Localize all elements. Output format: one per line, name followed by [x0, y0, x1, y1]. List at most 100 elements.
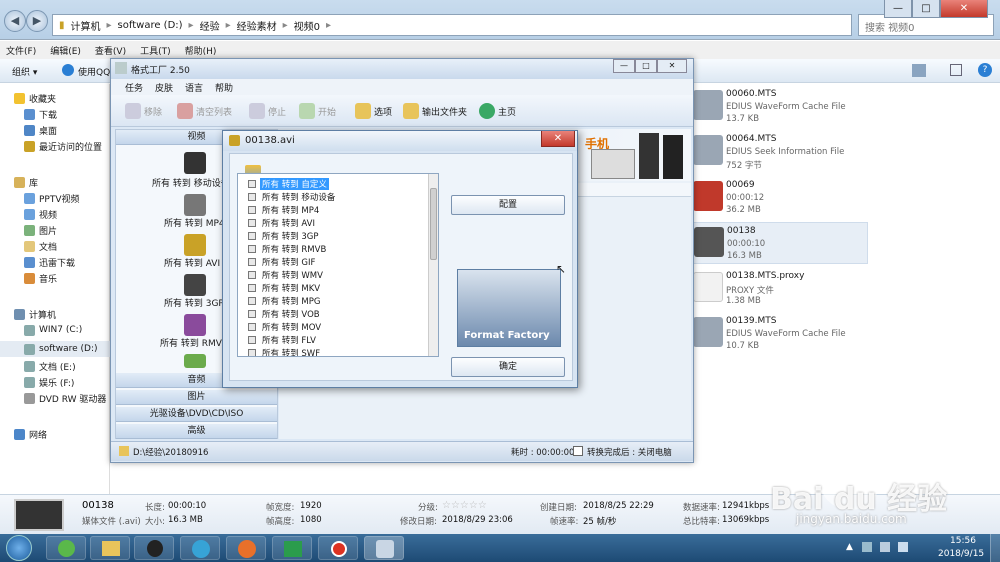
clock-date[interactable]: 2018/9/15: [938, 549, 984, 559]
ff-menu-task[interactable]: 任务: [125, 81, 143, 94]
menu-view[interactable]: 查看(V): [95, 44, 126, 57]
taskbar-app-media[interactable]: [180, 536, 220, 560]
ff-minimize-button[interactable]: —: [613, 59, 635, 73]
file-convert-dialog: 00138.avi ✕ 所有 转到 自定义 所有 转到 移动设备 所有 转到 M…: [222, 130, 578, 388]
preview-pane-icon[interactable]: [950, 64, 962, 76]
list-item[interactable]: 所有 转到 RMVB: [238, 242, 426, 255]
list-item[interactable]: 所有 转到 MPG: [238, 294, 426, 307]
show-desktop-button[interactable]: [990, 534, 1000, 562]
output-folder-button[interactable]: 输出文件夹: [403, 101, 467, 121]
list-item[interactable]: 所有 转到 SWF: [238, 346, 426, 356]
ff-close-button[interactable]: ✕: [657, 59, 687, 73]
view-options-icon[interactable]: [912, 64, 926, 77]
taskbar-app-explorer[interactable]: [90, 536, 130, 560]
menu-edit[interactable]: 编辑(E): [50, 44, 81, 57]
convert-3gp[interactable]: 所有 转到 3GP: [164, 296, 224, 309]
list-item[interactable]: 所有 转到 移动设备: [238, 190, 426, 203]
use-qq-button[interactable]: 使用QQ: [78, 65, 110, 78]
homepage-button[interactable]: 主页: [479, 101, 516, 121]
scrollbar-thumb[interactable]: [430, 188, 437, 260]
menu-file[interactable]: 文件(F): [6, 44, 36, 57]
taskbar-app-360[interactable]: [46, 536, 86, 560]
list-item[interactable]: 所有 转到 WMV: [238, 268, 426, 281]
breadcrumb-item[interactable]: 视频0: [294, 18, 320, 33]
star-icon: [14, 92, 25, 104]
convert-mobile[interactable]: 所有 转到 移动设备: [152, 176, 230, 189]
breadcrumb-item[interactable]: 经验素材: [237, 18, 277, 33]
tray-expand-icon[interactable]: ▲: [846, 542, 853, 552]
start-conversion-button[interactable]: 开始: [299, 101, 336, 121]
list-item[interactable]: 所有 转到 FLV: [238, 333, 426, 346]
file-item[interactable]: 00069 00:00:12 36.2 MB: [690, 177, 868, 219]
list-item[interactable]: 所有 转到 3GP: [238, 229, 426, 242]
navigation-pane: 收藏夹 下载 桌面 最近访问的位置 库 PPTV视频 视频 图片 文档 迅雷下载…: [0, 84, 110, 494]
dialog-close-button[interactable]: ✕: [541, 131, 575, 147]
output-path[interactable]: D:\经验\20180916: [133, 446, 208, 458]
convert-avi[interactable]: 所有 转到 AVI: [164, 256, 220, 269]
drive-icon: [24, 360, 35, 372]
ff-menu-skin[interactable]: 皮肤: [155, 81, 173, 94]
stop-button[interactable]: 停止: [249, 101, 286, 121]
taskbar-app-firefox[interactable]: [226, 536, 266, 560]
after-conversion-checkbox[interactable]: [573, 446, 583, 456]
list-item[interactable]: 所有 转到 MOV: [238, 320, 426, 333]
nav-favorites[interactable]: 收藏夹: [14, 90, 124, 106]
address-bar[interactable]: ▮ 计算机 ▸ software (D:) ▸ 经验 ▸ 经验素材 ▸ 视频0 ▸: [52, 14, 852, 36]
close-button[interactable]: ✕: [940, 0, 988, 18]
file-item[interactable]: 00060.MTS EDIUS WaveForm Cache File 13.7…: [690, 86, 868, 128]
file-item[interactable]: 00138.MTS.proxy PROXY 文件 1.38 MB: [690, 268, 868, 310]
category-disc[interactable]: 光驱设备\DVD\CD\ISO: [116, 407, 277, 422]
forward-button[interactable]: ▶: [26, 10, 48, 32]
rating-stars[interactable]: ☆☆☆☆☆: [442, 500, 487, 511]
tray-network-icon[interactable]: [862, 542, 872, 552]
tray-volume-icon[interactable]: [898, 542, 908, 552]
config-button[interactable]: 配置: [451, 195, 565, 215]
nav-library[interactable]: 库: [14, 174, 124, 190]
menu-help[interactable]: 帮助(H): [185, 44, 217, 57]
nav-dvd-drive[interactable]: DVD RW 驱动器: [24, 390, 110, 406]
options-button[interactable]: 选项: [355, 101, 392, 121]
file-item-selected[interactable]: 00138 00:00:10 16.3 MB: [690, 222, 868, 264]
ff-menu-language[interactable]: 语言: [185, 81, 203, 94]
format-option-list[interactable]: 所有 转到 自定义 所有 转到 移动设备 所有 转到 MP4 所有 转到 AVI…: [237, 173, 439, 357]
maximize-button[interactable]: □: [912, 0, 940, 18]
taskbar-app-qq[interactable]: [134, 536, 174, 560]
list-item[interactable]: 所有 转到 MP4: [238, 203, 426, 216]
clock-time[interactable]: 15:56: [950, 536, 976, 546]
nav-network[interactable]: 网络: [14, 426, 124, 442]
recent-places-icon: [24, 140, 35, 152]
back-button[interactable]: ◀: [4, 10, 26, 32]
list-item[interactable]: 所有 转到 MKV: [238, 281, 426, 294]
help-icon[interactable]: ?: [978, 63, 992, 77]
ff-menu-help[interactable]: 帮助: [215, 81, 233, 94]
list-item[interactable]: 所有 转到 自定义: [238, 177, 426, 190]
organize-button[interactable]: 组织 ▾: [12, 65, 37, 78]
ok-button[interactable]: 确定: [451, 357, 565, 377]
category-advanced[interactable]: 高级: [116, 424, 277, 439]
ff-maximize-button[interactable]: □: [635, 59, 657, 73]
breadcrumb-item[interactable]: 计算机: [71, 18, 101, 33]
file-item[interactable]: 00139.MTS EDIUS WaveForm Cache File 10.7…: [690, 313, 868, 355]
list-item[interactable]: 所有 转到 GIF: [238, 255, 426, 268]
breadcrumb-item[interactable]: software (D:): [118, 20, 183, 31]
remove-button[interactable]: 移除: [125, 101, 162, 121]
menu-tools[interactable]: 工具(T): [140, 44, 171, 57]
list-scrollbar[interactable]: [428, 174, 438, 356]
clear-list-button[interactable]: 清空列表: [177, 101, 232, 121]
convert-mp4[interactable]: 所有 转到 MP4: [164, 216, 225, 229]
taskbar-app-pptv[interactable]: [272, 536, 312, 560]
list-item[interactable]: 所有 转到 VOB: [238, 307, 426, 320]
category-image[interactable]: 图片: [116, 390, 277, 405]
library-icon: [14, 176, 25, 188]
tray-flag-icon[interactable]: [880, 542, 890, 552]
taskbar-app-recorder[interactable]: [318, 536, 358, 560]
minimize-button[interactable]: —: [884, 0, 912, 18]
breadcrumb-item[interactable]: 经验: [200, 18, 220, 33]
file-item[interactable]: 00064.MTS EDIUS Seek Information File 75…: [690, 131, 868, 173]
nav-drive-d[interactable]: software (D:): [0, 341, 110, 357]
nav-computer[interactable]: 计算机: [14, 306, 124, 322]
start-button[interactable]: [6, 535, 32, 561]
list-item[interactable]: 所有 转到 AVI: [238, 216, 426, 229]
convert-rmvb[interactable]: 所有 转到 RMVB: [160, 336, 228, 349]
taskbar-app-format-factory[interactable]: [364, 536, 404, 560]
